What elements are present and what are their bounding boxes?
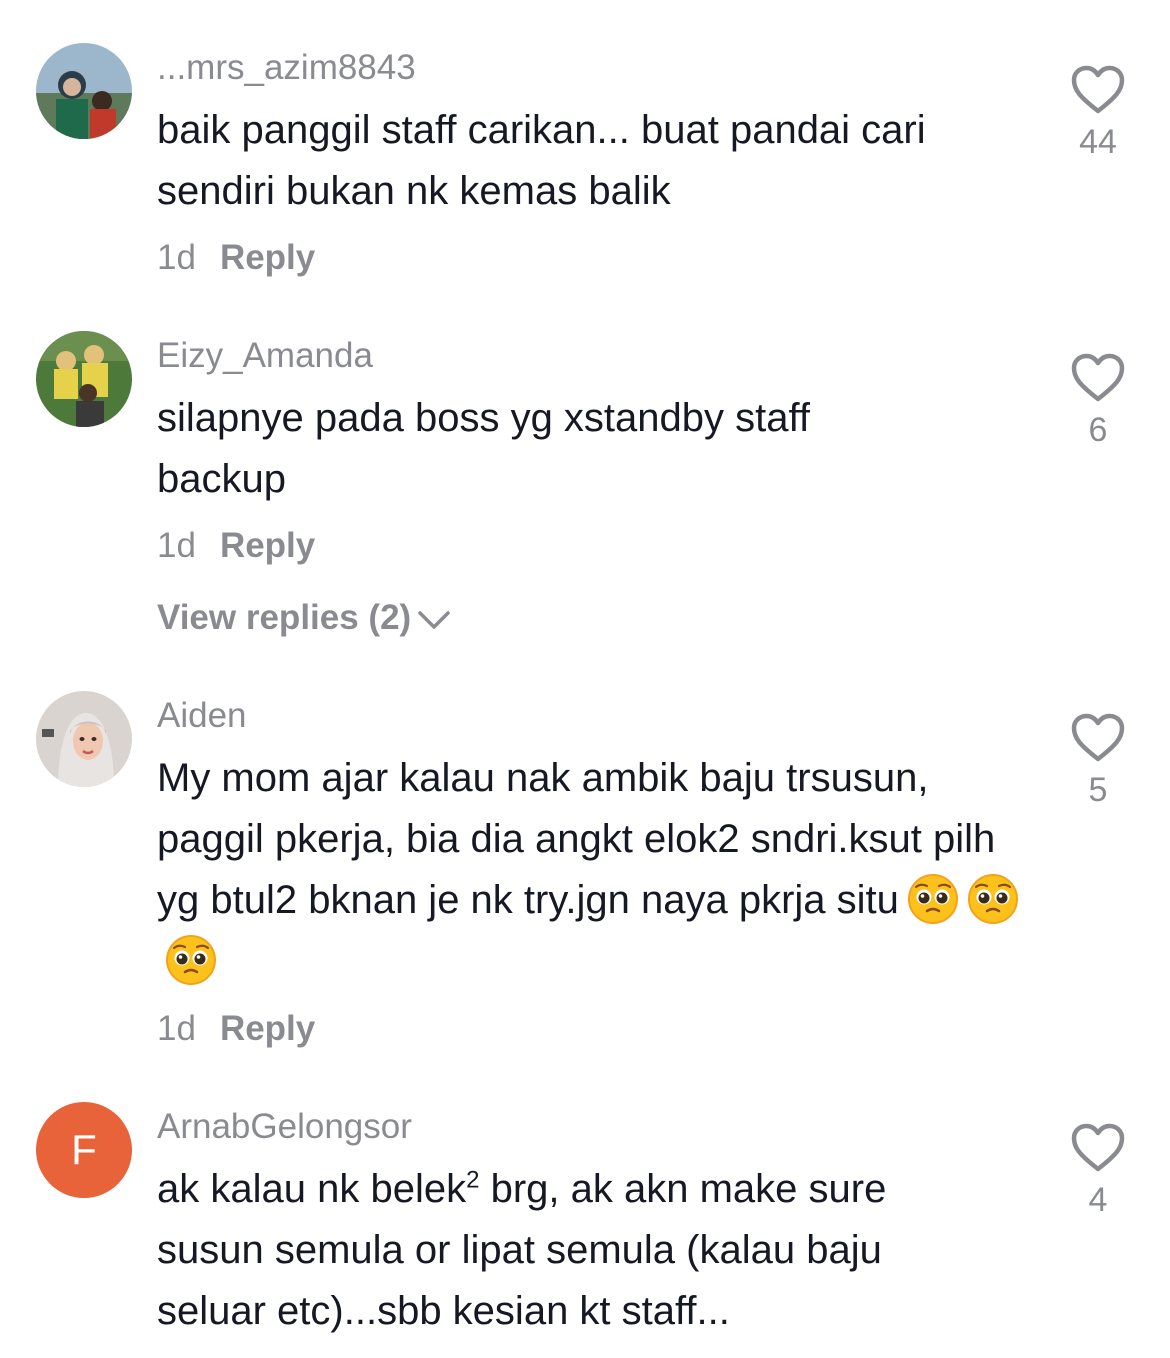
reply-button[interactable]: Reply [220,526,315,565]
comment-time: 1d [157,1009,196,1048]
reply-button[interactable]: Reply [220,238,315,277]
like-button[interactable]: 5 [1062,712,1134,810]
comment-time: 1d [157,526,196,565]
comment-text: baik panggil staff carikan... buat panda… [157,108,937,213]
like-button[interactable]: 6 [1062,352,1134,450]
heart-outline-icon[interactable] [1070,64,1126,116]
avatar[interactable] [36,331,132,427]
username[interactable]: Eizy_Amanda [157,334,373,378]
reply-button[interactable]: Reply [220,1009,315,1048]
comment-text-superscript: 2 [466,1166,480,1194]
like-button[interactable]: 44 [1062,64,1134,162]
heart-outline-icon[interactable] [1070,352,1126,404]
username[interactable]: Aiden [157,694,247,738]
comment-meta: 1d Reply [157,524,315,568]
view-replies-button[interactable]: View replies (2) [157,596,451,640]
like-count: 4 [1088,1181,1108,1219]
like-button[interactable]: 4 [1062,1122,1134,1220]
avatar[interactable] [36,43,132,139]
avatar-letter: F [71,1126,97,1173]
like-count: 44 [1079,123,1117,161]
pleading-face-emoji [907,874,958,924]
comment-text-part1: ak kalau nk belek [157,1167,467,1211]
comment-text: My mom ajar kalau nak ambik baju trsusun… [157,748,1027,992]
like-count: 6 [1088,411,1108,449]
comment-text-body: My mom ajar kalau nak ambik baju trsusun… [157,756,1007,922]
username[interactable]: ArnabGelongsor [157,1105,412,1149]
avatar[interactable] [36,691,132,787]
like-count: 5 [1088,771,1108,809]
comment-meta: 1d Reply [157,236,315,280]
username[interactable]: ...mrs_azim8843 [157,46,416,90]
heart-outline-icon[interactable] [1070,712,1126,764]
pleading-face-emoji [967,874,1018,924]
comment-text: ak kalau nk belek2 brg, ak akn make sure… [157,1159,997,1342]
chevron-down-icon [418,611,450,629]
comment-text: silapnye pada boss yg xstandby staff bac… [157,396,822,501]
avatar[interactable]: F [36,1102,132,1198]
pleading-face-emoji [166,935,216,985]
view-replies-label: View replies (2) [157,598,412,637]
comment-time: 1d [157,238,196,277]
comment-meta: 1d Reply [157,1007,315,1051]
heart-outline-icon[interactable] [1070,1122,1126,1174]
